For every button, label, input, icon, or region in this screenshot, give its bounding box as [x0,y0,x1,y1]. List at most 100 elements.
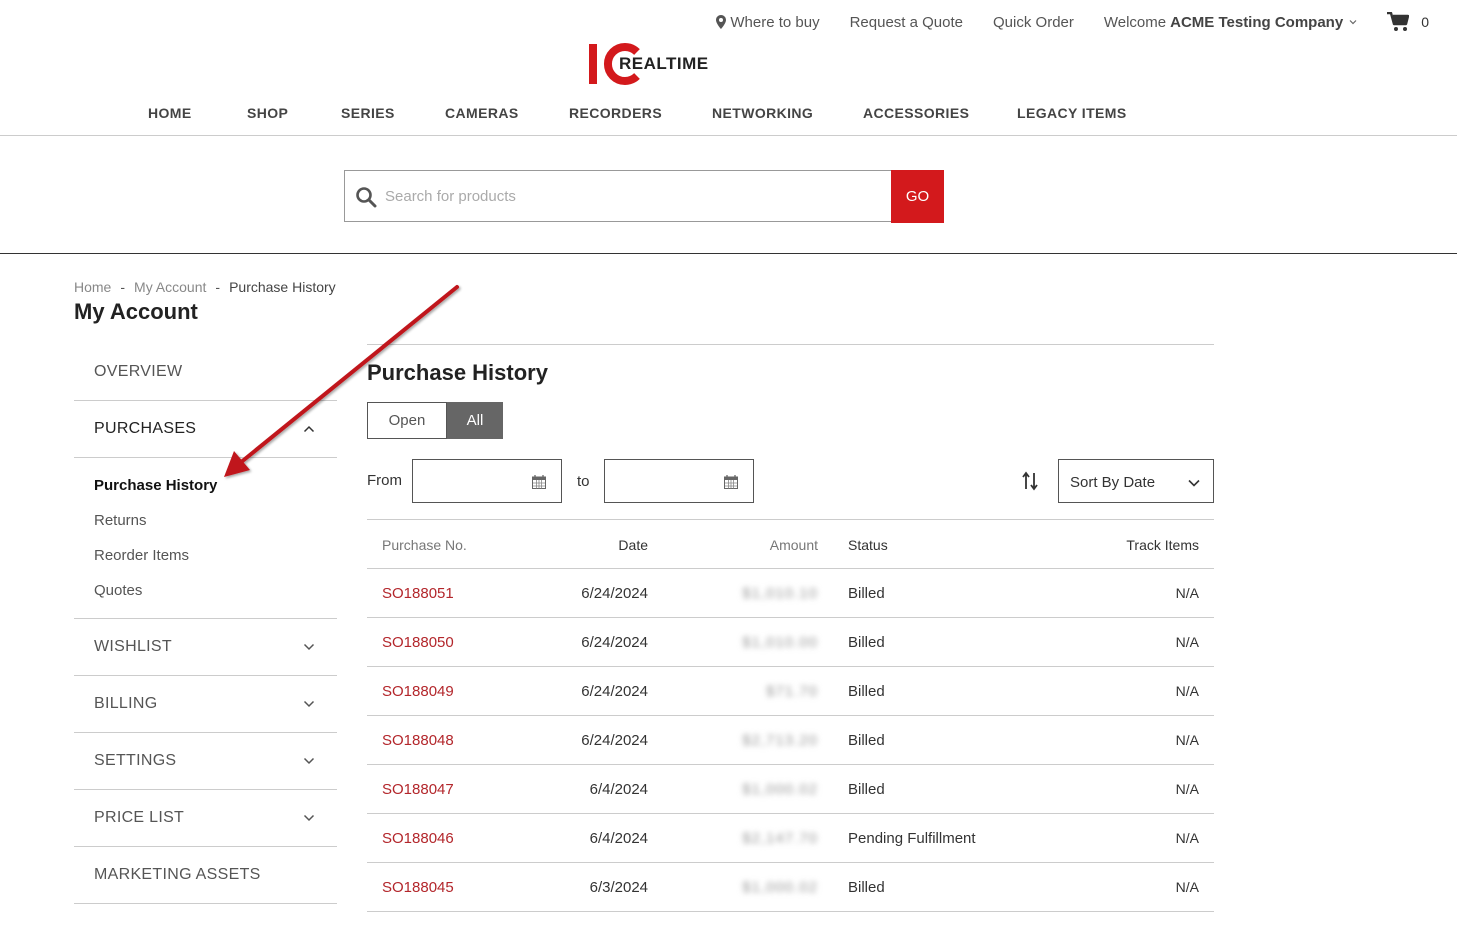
date-cell: 6/4/2024 [589,830,648,847]
date-cell: 6/24/2024 [581,634,648,651]
sidebar-item-settings[interactable]: SETTINGS [74,733,337,790]
welcome-prefix: Welcome [1103,13,1167,31]
amount-cell: $1,010.00 [742,634,818,651]
nav-shop[interactable]: SHOP [247,105,288,121]
purchase-number-link[interactable]: SO188049 [382,683,454,700]
track-items-cell: N/A [1175,585,1199,601]
search-input[interactable] [385,181,885,211]
chevron-down-icon [303,814,315,822]
sort-direction-icon[interactable] [1022,471,1038,491]
logo-text: REALTIME [619,54,709,73]
from-label: From [367,472,402,489]
date-cell: 6/24/2024 [581,732,648,749]
amount-cell: $71.70 [766,683,818,700]
table-row: SO188046 6/4/2024 $2,147.70 Pending Fulf… [367,814,1214,863]
track-items-cell: N/A [1175,879,1199,895]
chevron-up-icon [303,425,315,433]
amount-cell: $1,000.02 [742,879,818,896]
sort-select[interactable]: Sort By Date [1058,459,1214,503]
purchase-no-cell: SO188051 [382,585,454,602]
top-links: Where to buy Request a Quote Quick Order… [716,12,1429,32]
quick-order-link[interactable]: Quick Order [993,14,1074,31]
sort-select-value: Sort By Date [1070,474,1156,491]
status-cell: Billed [848,781,885,798]
purchase-history-table: Purchase No. Date Amount Status Track It… [367,519,1214,912]
amount-cell: $2,713.20 [742,732,818,749]
toggle-open-button[interactable]: Open [367,402,447,439]
sidebar-item-wishlist[interactable]: WISHLIST [74,619,337,676]
search-icon [356,187,377,208]
purchases-submenu: Purchase History Returns Reorder Items Q… [74,458,337,619]
nav-legacy-items[interactable]: LEGACY ITEMS [1017,105,1127,121]
track-items-cell: N/A [1175,732,1199,748]
column-header-purchase-no[interactable]: Purchase No. [382,537,467,553]
page-title: My Account [74,299,198,324]
column-header-date[interactable]: Date [618,537,648,553]
sidebar-item-label: MARKETING ASSETS [94,866,261,883]
column-header-track-items[interactable]: Track Items [1126,537,1199,553]
account-sidebar: OVERVIEW PURCHASES Purchase History Retu… [74,344,337,904]
breadcrumb-current: Purchase History [229,279,336,295]
sidebar-item-label: PURCHASES [94,420,197,437]
track-items-cell: N/A [1175,781,1199,797]
to-date-input[interactable] [604,459,754,503]
account-menu[interactable]: Welcome ACME Testing Company [1104,14,1357,31]
table-row: SO188049 6/24/2024 $71.70 Billed N/A [367,667,1214,716]
sidebar-item-marketing-assets[interactable]: MARKETING ASSETS [74,847,337,904]
date-cell: 6/3/2024 [589,879,648,896]
track-items-cell: N/A [1175,634,1199,650]
sidebar-item-price-list[interactable]: PRICE LIST [74,790,337,847]
sidebar-subitem-quotes[interactable]: Quotes [94,582,142,599]
calendar-icon [532,475,546,489]
cart-link[interactable]: 0 [1387,12,1429,32]
purchase-number-link[interactable]: SO188047 [382,781,454,798]
status-cell: Pending Fulfillment [848,830,976,847]
table-row: SO188048 6/24/2024 $2,713.20 Billed N/A [367,716,1214,765]
from-date-input[interactable] [412,459,562,503]
purchase-number-link[interactable]: SO188048 [382,732,454,749]
to-label: to [577,473,590,490]
site-logo[interactable]: REALTIME [587,42,709,86]
table-row: SO188045 6/3/2024 $1,000.02 Billed N/A [367,863,1214,912]
sidebar-subitem-purchase-history[interactable]: Purchase History [94,477,217,494]
calendar-icon [724,475,738,489]
breadcrumb-separator: - [120,279,126,295]
cart-icon [1387,12,1410,31]
status-cell: Billed [848,634,885,651]
search-go-button[interactable]: GO [891,170,944,223]
sidebar-subitem-returns[interactable]: Returns [94,512,147,529]
breadcrumb-home[interactable]: Home [74,279,111,295]
column-header-amount[interactable]: Amount [770,537,818,553]
nav-recorders[interactable]: RECORDERS [569,105,662,121]
sidebar-item-purchases[interactable]: PURCHASES [74,401,337,458]
date-cell: 6/24/2024 [581,585,648,602]
cart-count: 0 [1421,14,1429,30]
purchase-number-link[interactable]: SO188046 [382,830,454,847]
sidebar-item-overview[interactable]: OVERVIEW [74,344,337,401]
sidebar-item-billing[interactable]: BILLING [74,676,337,733]
breadcrumb-my-account[interactable]: My Account [134,279,206,295]
nav-networking[interactable]: NETWORKING [712,105,813,121]
main-nav: HOME SHOP SERIES CAMERAS RECORDERS NETWO… [0,104,1457,136]
amount-cell: $1,000.02 [742,781,818,798]
open-all-toggle: Open All [367,402,503,439]
where-to-buy-link[interactable]: Where to buy [716,14,820,31]
request-quote-link[interactable]: Request a Quote [850,14,963,31]
toggle-all-button[interactable]: All [447,402,503,439]
purchase-number-link[interactable]: SO188050 [382,634,454,651]
map-pin-icon [716,15,727,29]
purchase-number-link[interactable]: SO188045 [382,879,454,896]
nav-series[interactable]: SERIES [341,105,395,121]
purchase-number-link[interactable]: SO188051 [382,585,454,602]
amount-cell: $1,010.10 [742,585,818,602]
table-row: SO188050 6/24/2024 $1,010.00 Billed N/A [367,618,1214,667]
nav-cameras[interactable]: CAMERAS [445,105,519,121]
nav-home[interactable]: HOME [148,105,192,121]
table-header-row: Purchase No. Date Amount Status Track It… [367,520,1214,569]
purchase-no-cell: SO188049 [382,683,454,700]
column-header-status[interactable]: Status [848,537,888,553]
top-bar: Where to buy Request a Quote Quick Order… [0,0,1457,42]
sidebar-item-label: WISHLIST [94,638,172,655]
sidebar-subitem-reorder-items[interactable]: Reorder Items [94,547,189,564]
nav-accessories[interactable]: ACCESSORIES [863,105,969,121]
